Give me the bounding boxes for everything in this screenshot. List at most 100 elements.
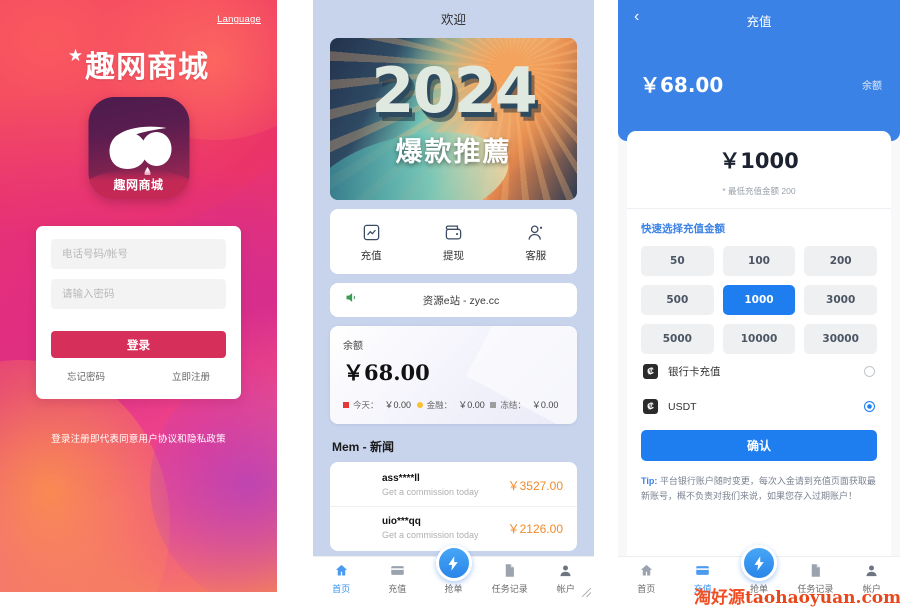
stat-today: 今天： ￥0.00 [343,398,417,411]
amount-chip-1000[interactable]: 1000 [722,285,796,315]
header-balance-label: 余额 [862,81,882,92]
news-list: ass****ll Get a commission today ￥3527.0… [330,462,577,551]
list-item[interactable]: ass****ll Get a commission today ￥3527.0… [330,464,577,506]
stat-finance: 金融： ￥0.00 [416,398,491,411]
stat-frozen: 冻结： ￥0.00 [490,398,564,411]
speaker-icon [344,290,359,310]
amount-chip-30000[interactable]: 30000 [804,324,877,354]
action-support-label: 客服 [525,250,547,262]
document-icon [787,562,843,579]
card-icon [674,562,730,579]
news-item-text: uio***qq Get a commission today [344,516,508,540]
quick-actions: 充值 提现 客服 [330,209,577,274]
brand-header: ★趣网商城 [0,42,277,86]
tip-prefix: Tip: [641,476,658,486]
stat-frozen-label: 冻结： [500,399,526,410]
password-input[interactable] [51,279,226,309]
confirm-button[interactable]: 确认 [641,430,877,461]
quick-amount-grid: 50 100 200 500 1000 3000 5000 10000 3000… [627,236,891,354]
balance-amount: ￥68.00 [343,360,430,385]
lightning-icon[interactable] [741,545,778,581]
payment-bank-radio[interactable] [864,366,875,377]
list-item[interactable]: uio***qq Get a commission today ￥2126.00 [330,506,577,549]
stat-finance-value: ￥0.00 [458,400,485,410]
balance-stats: 今天： ￥0.00 金融： ￥0.00 冻结： ￥0.00 [343,398,564,411]
app-logo: 趣网商城 [88,97,189,199]
stat-today-label: 今天： [353,399,379,410]
home-screen: 欢迎 2024 爆款推薦 充值 提现 客服 资源e站 - zye.cc 余额 ￥… [313,0,594,600]
amount-chip-10000[interactable]: 10000 [722,324,796,354]
banner-subtitle: 爆款推薦 [395,137,512,167]
amount-chip-100[interactable]: 100 [722,246,796,276]
news-heading: Mem - 新闻 [332,440,395,454]
wallet-icon [412,221,494,243]
amount-chip-50[interactable]: 50 [641,246,714,276]
payment-option-usdt[interactable]: ₡ USDT [627,389,891,424]
login-screen: Language ★趣网商城 趣网商城 登录 忘记密码 立即注册 登录注册即代表… [0,0,277,592]
notice-bar[interactable]: 资源e站 - zye.cc [330,283,577,317]
tip-body: 平台银行账户随时变更，每次入金请到充值页面获取最新账号，概不负责对我们来说，如果… [641,476,876,501]
forgot-password-link[interactable]: 忘记密码 [67,369,105,383]
amount-chip-5000[interactable]: 5000 [641,324,714,354]
news-amount: ￥3527.00 [507,478,563,493]
language-link[interactable]: Language [217,14,261,25]
payment-option-bank[interactable]: ₡ 银行卡充值 [627,354,891,389]
recharge-title: 充值 [746,15,772,29]
register-link[interactable]: 立即注册 [172,369,210,383]
tab-home[interactable]: 首页 [313,562,369,595]
star-icon: ★ [67,46,84,65]
promo-banner[interactable]: 2024 爆款推薦 [330,38,577,200]
tab-grab-order-label: 抢单 [444,584,463,594]
login-links: 忘记密码 立即注册 [51,369,226,383]
lightning-icon[interactable] [435,545,472,581]
chart-card-icon [330,221,412,243]
login-button[interactable]: 登录 [51,331,226,358]
banner-year: 2024 [371,54,538,127]
news-desc: Get a commission today [382,487,479,497]
action-recharge[interactable]: 充值 [330,221,412,263]
news-amount: ￥2126.00 [507,521,563,536]
document-icon [482,562,538,579]
phone-input[interactable] [51,239,226,269]
stat-finance-label: 金融： [426,399,453,410]
action-support[interactable]: 客服 [495,221,577,263]
amount-display[interactable]: ￥1000 [627,145,891,175]
news-item-text: ass****ll Get a commission today [344,473,508,497]
headset-user-icon [495,221,577,243]
payment-usdt-label: USDT [668,400,697,413]
tip-text: Tip: 平台银行账户随时变更，每次入金请到充值页面获取最新账号，概不负责对我们… [641,474,877,504]
balance-label: 余额 [343,341,363,352]
user-icon [844,562,900,579]
amount-chip-200[interactable]: 200 [804,246,877,276]
coin-icon: ₡ [643,364,658,379]
payment-usdt-radio[interactable] [864,401,875,412]
amount-chip-3000[interactable]: 3000 [804,285,877,315]
tab-recharge[interactable]: 充值 [369,562,425,595]
resize-grip[interactable] [582,588,591,597]
news-user: ass****ll [382,473,420,484]
recharge-screen: ‹ 充值 ￥68.00 余额 ￥1000 * 最低充值金额 200 快速选择充值… [618,0,900,600]
frozen-color-dot [490,401,497,408]
watermark: 淘好源taohaoyuan.com [694,583,900,608]
user-icon [538,562,594,579]
action-recharge-label: 充值 [360,250,382,262]
stat-today-value: ￥0.00 [384,400,412,410]
tab-home-label: 首页 [332,584,351,594]
coin-icon: ₡ [643,399,658,414]
minimum-note: * 最低充值金额 200 [627,185,891,209]
back-chevron-left-icon[interactable]: ‹ [634,9,639,25]
amount-chip-500[interactable]: 500 [641,285,714,315]
app-logo-label: 趣网商城 [113,178,164,192]
payment-bank-label: 银行卡充值 [668,366,721,378]
home-title: 欢迎 [440,13,466,27]
tab-grab-order[interactable]: 抢单 [425,545,481,595]
action-withdraw[interactable]: 提现 [412,221,494,263]
home-tabbar: 首页 充值 抢单 任务记录 帐户 [313,545,594,600]
agreement-text: 登录注册即代表同意用户协议和隐私政策 [51,434,226,445]
tab-task-record[interactable]: 任务记录 [482,562,538,595]
home-icon [618,562,674,579]
tab-home[interactable]: 首页 [618,562,674,595]
recharge-sheet: ￥1000 * 最低充值金额 200 快速选择充值金额 50 100 200 5… [627,131,891,600]
home-icon [313,562,369,579]
watermark-cn: 淘好源 [694,588,745,608]
